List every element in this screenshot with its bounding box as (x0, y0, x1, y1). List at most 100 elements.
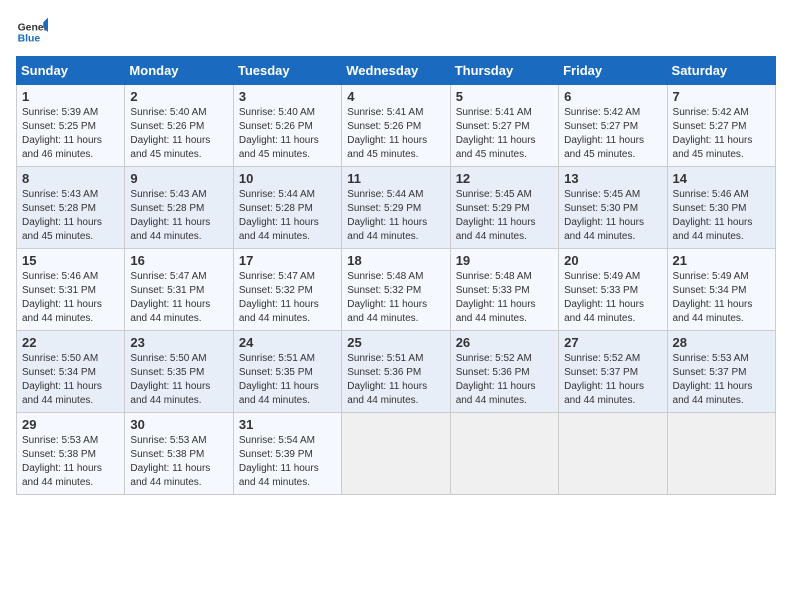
day-info: Sunrise: 5:45 AMSunset: 5:29 PMDaylight:… (456, 188, 553, 244)
calendar-cell-26: 26 Sunrise: 5:52 AMSunset: 5:36 PMDayligh… (450, 331, 558, 413)
header-saturday: Saturday (667, 57, 775, 85)
day-number: 22 (22, 335, 119, 350)
calendar-week-2: 8 Sunrise: 5:43 AMSunset: 5:28 PMDaylight… (17, 167, 776, 249)
day-info: Sunrise: 5:48 AMSunset: 5:33 PMDaylight:… (456, 270, 553, 326)
days-header-row: SundayMondayTuesdayWednesdayThursdayFrid… (17, 57, 776, 85)
calendar-week-4: 22 Sunrise: 5:50 AMSunset: 5:34 PMDayligh… (17, 331, 776, 413)
day-number: 29 (22, 417, 119, 432)
day-info: Sunrise: 5:51 AMSunset: 5:36 PMDaylight:… (347, 352, 444, 408)
calendar-cell-1: 1 Sunrise: 5:39 AMSunset: 5:25 PMDaylight… (17, 85, 125, 167)
day-number: 20 (564, 253, 661, 268)
day-number: 4 (347, 89, 444, 104)
day-number: 25 (347, 335, 444, 350)
day-number: 13 (564, 171, 661, 186)
calendar-cell-11: 11 Sunrise: 5:44 AMSunset: 5:29 PMDayligh… (342, 167, 450, 249)
day-info: Sunrise: 5:50 AMSunset: 5:34 PMDaylight:… (22, 352, 119, 408)
calendar-cell-10: 10Sunrise: 5:44 AMSunset: 5:28 PMDayligh… (233, 167, 341, 249)
calendar-cell-8: 8 Sunrise: 5:43 AMSunset: 5:28 PMDaylight… (17, 167, 125, 249)
day-number: 14 (673, 171, 770, 186)
day-info: Sunrise: 5:41 AMSunset: 5:27 PMDaylight:… (456, 106, 553, 162)
page-header: General Blue (16, 16, 776, 48)
calendar-cell-4: 4 Sunrise: 5:41 AMSunset: 5:26 PMDaylight… (342, 85, 450, 167)
calendar-cell-21: 21 Sunrise: 5:49 AMSunset: 5:34 PMDayligh… (667, 249, 775, 331)
day-info: Sunrise: 5:47 AMSunset: 5:32 PMDaylight:… (239, 270, 336, 326)
calendar-cell-25: 25 Sunrise: 5:51 AMSunset: 5:36 PMDayligh… (342, 331, 450, 413)
day-info: Sunrise: 5:43 AMSunset: 5:28 PMDaylight:… (130, 188, 227, 244)
day-info: Sunrise: 5:42 AMSunset: 5:27 PMDaylight:… (564, 106, 661, 162)
day-number: 15 (22, 253, 119, 268)
calendar-cell-empty (450, 413, 558, 495)
day-info: Sunrise: 5:39 AMSunset: 5:25 PMDaylight:… (22, 106, 119, 162)
header-friday: Friday (559, 57, 667, 85)
calendar-cell-30: 30 Sunrise: 5:53 AMSunset: 5:38 PMDayligh… (125, 413, 233, 495)
calendar-cell-9: 9 Sunrise: 5:43 AMSunset: 5:28 PMDaylight… (125, 167, 233, 249)
calendar-cell-29: 29Sunrise: 5:53 AMSunset: 5:38 PMDayligh… (17, 413, 125, 495)
header-monday: Monday (125, 57, 233, 85)
calendar-cell-empty (342, 413, 450, 495)
day-info: Sunrise: 5:54 AMSunset: 5:39 PMDaylight:… (239, 434, 336, 490)
day-number: 12 (456, 171, 553, 186)
day-info: Sunrise: 5:51 AMSunset: 5:35 PMDaylight:… (239, 352, 336, 408)
day-number: 19 (456, 253, 553, 268)
day-number: 10 (239, 171, 336, 186)
calendar-cell-27: 27 Sunrise: 5:52 AMSunset: 5:37 PMDayligh… (559, 331, 667, 413)
day-number: 1 (22, 89, 119, 104)
day-number: 2 (130, 89, 227, 104)
day-info: Sunrise: 5:40 AMSunset: 5:26 PMDaylight:… (239, 106, 336, 162)
svg-text:Blue: Blue (18, 34, 41, 45)
day-info: Sunrise: 5:41 AMSunset: 5:26 PMDaylight:… (347, 106, 444, 162)
day-number: 31 (239, 417, 336, 432)
header-sunday: Sunday (17, 57, 125, 85)
header-tuesday: Tuesday (233, 57, 341, 85)
logo-icon: General Blue (16, 16, 48, 48)
calendar-cell-5: 5 Sunrise: 5:41 AMSunset: 5:27 PMDaylight… (450, 85, 558, 167)
calendar-cell-14: 14 Sunrise: 5:46 AMSunset: 5:30 PMDayligh… (667, 167, 775, 249)
calendar-cell-23: 23Sunrise: 5:50 AMSunset: 5:35 PMDayligh… (125, 331, 233, 413)
day-number: 30 (130, 417, 227, 432)
calendar-cell-16: 16Sunrise: 5:47 AMSunset: 5:31 PMDayligh… (125, 249, 233, 331)
day-number: 18 (347, 253, 444, 268)
calendar-cell-18: 18 Sunrise: 5:48 AMSunset: 5:32 PMDayligh… (342, 249, 450, 331)
calendar-week-3: 15 Sunrise: 5:46 AMSunset: 5:31 PMDayligh… (17, 249, 776, 331)
day-number: 3 (239, 89, 336, 104)
day-number: 7 (673, 89, 770, 104)
day-info: Sunrise: 5:53 AMSunset: 5:37 PMDaylight:… (673, 352, 770, 408)
calendar-cell-19: 19 Sunrise: 5:48 AMSunset: 5:33 PMDayligh… (450, 249, 558, 331)
calendar-cell-2: 2 Sunrise: 5:40 AMSunset: 5:26 PMDaylight… (125, 85, 233, 167)
day-info: Sunrise: 5:40 AMSunset: 5:26 PMDaylight:… (130, 106, 227, 162)
day-number: 28 (673, 335, 770, 350)
day-number: 5 (456, 89, 553, 104)
day-number: 6 (564, 89, 661, 104)
day-info: Sunrise: 5:53 AMSunset: 5:38 PMDaylight:… (130, 434, 227, 490)
calendar-cell-20: 20 Sunrise: 5:49 AMSunset: 5:33 PMDayligh… (559, 249, 667, 331)
calendar-cell-6: 6 Sunrise: 5:42 AMSunset: 5:27 PMDaylight… (559, 85, 667, 167)
day-number: 9 (130, 171, 227, 186)
day-info: Sunrise: 5:47 AMSunset: 5:31 PMDaylight:… (130, 270, 227, 326)
logo: General Blue (16, 16, 48, 48)
day-info: Sunrise: 5:50 AMSunset: 5:35 PMDaylight:… (130, 352, 227, 408)
day-info: Sunrise: 5:43 AMSunset: 5:28 PMDaylight:… (22, 188, 119, 244)
day-info: Sunrise: 5:46 AMSunset: 5:31 PMDaylight:… (22, 270, 119, 326)
calendar-cell-28: 28 Sunrise: 5:53 AMSunset: 5:37 PMDayligh… (667, 331, 775, 413)
day-info: Sunrise: 5:48 AMSunset: 5:32 PMDaylight:… (347, 270, 444, 326)
calendar-table: SundayMondayTuesdayWednesdayThursdayFrid… (16, 56, 776, 495)
day-info: Sunrise: 5:52 AMSunset: 5:37 PMDaylight:… (564, 352, 661, 408)
calendar-cell-31: 31 Sunrise: 5:54 AMSunset: 5:39 PMDayligh… (233, 413, 341, 495)
day-number: 8 (22, 171, 119, 186)
calendar-cell-empty (667, 413, 775, 495)
day-info: Sunrise: 5:46 AMSunset: 5:30 PMDaylight:… (673, 188, 770, 244)
day-info: Sunrise: 5:49 AMSunset: 5:34 PMDaylight:… (673, 270, 770, 326)
day-number: 21 (673, 253, 770, 268)
day-info: Sunrise: 5:52 AMSunset: 5:36 PMDaylight:… (456, 352, 553, 408)
day-number: 27 (564, 335, 661, 350)
day-number: 26 (456, 335, 553, 350)
day-info: Sunrise: 5:49 AMSunset: 5:33 PMDaylight:… (564, 270, 661, 326)
calendar-cell-24: 24Sunrise: 5:51 AMSunset: 5:35 PMDayligh… (233, 331, 341, 413)
calendar-cell-17: 17Sunrise: 5:47 AMSunset: 5:32 PMDayligh… (233, 249, 341, 331)
day-info: Sunrise: 5:45 AMSunset: 5:30 PMDaylight:… (564, 188, 661, 244)
calendar-week-1: 1 Sunrise: 5:39 AMSunset: 5:25 PMDaylight… (17, 85, 776, 167)
day-info: Sunrise: 5:44 AMSunset: 5:29 PMDaylight:… (347, 188, 444, 244)
header-wednesday: Wednesday (342, 57, 450, 85)
day-number: 11 (347, 171, 444, 186)
calendar-week-5: 29 Sunrise: 5:53 AMSunset: 5:38 PMDayligh… (17, 413, 776, 495)
